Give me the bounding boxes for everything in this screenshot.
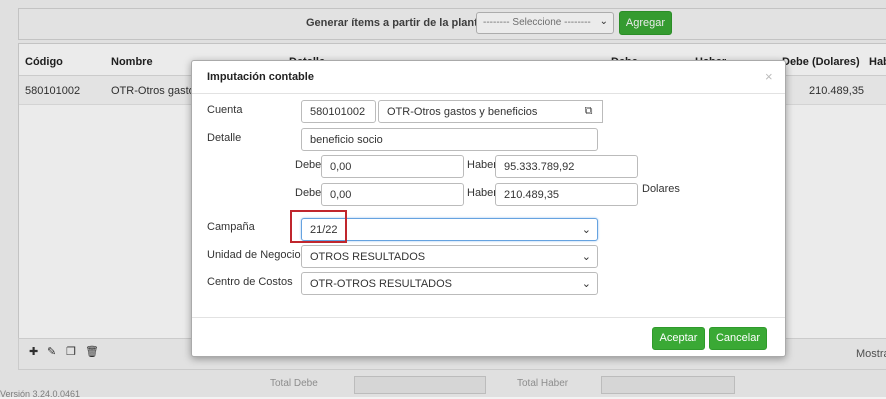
detalle-label: Detalle bbox=[207, 132, 242, 144]
accept-button[interactable]: Aceptar bbox=[652, 327, 705, 350]
haber-label: Haber bbox=[467, 159, 497, 171]
unidad-negocio-label: Unidad de Negocio bbox=[207, 249, 301, 261]
business-unit-select[interactable]: OTROS RESULTADOS ⌄ bbox=[301, 245, 598, 268]
debe-label: Debe bbox=[295, 159, 322, 171]
campana-label: Campaña bbox=[207, 221, 255, 233]
dialog-footer bbox=[192, 317, 785, 318]
haber-field[interactable]: 95.333.789,92 bbox=[495, 155, 638, 178]
chevron-down-icon: ⌄ bbox=[581, 251, 591, 263]
cuenta-label: Cuenta bbox=[207, 104, 243, 116]
debe-usd-label: Debe bbox=[295, 187, 322, 199]
centro-costos-label: Centro de Costos bbox=[207, 276, 293, 288]
dialog-title: Imputación contable bbox=[207, 71, 314, 83]
detail-field[interactable]: beneficio socio bbox=[301, 128, 598, 151]
debe-usd-field[interactable]: 0,00 bbox=[321, 183, 464, 206]
dialog-header: Imputación contable × bbox=[192, 61, 785, 94]
chevron-down-icon: ⌄ bbox=[581, 278, 591, 290]
cost-center-select-value: OTR-OTROS RESULTADOS bbox=[310, 278, 452, 290]
cancel-button[interactable]: Cancelar bbox=[709, 327, 767, 350]
external-link-icon[interactable]: ⧉ bbox=[575, 100, 603, 123]
debe-field[interactable]: 0,00 bbox=[321, 155, 464, 178]
close-icon[interactable]: × bbox=[765, 69, 773, 84]
haber-usd-label: Haber bbox=[467, 187, 497, 199]
dolares-label: Dolares bbox=[642, 183, 680, 195]
account-code-field[interactable]: 580101002 bbox=[301, 100, 376, 123]
business-unit-select-value: OTROS RESULTADOS bbox=[310, 251, 426, 263]
account-name-field[interactable]: OTR-Otros gastos y beneficios bbox=[378, 100, 576, 123]
campaign-highlight-box bbox=[290, 210, 347, 243]
chevron-down-icon: ⌄ bbox=[581, 224, 591, 236]
cost-center-select[interactable]: OTR-OTROS RESULTADOS ⌄ bbox=[301, 272, 598, 295]
haber-usd-field[interactable]: 210.489,35 bbox=[495, 183, 638, 206]
